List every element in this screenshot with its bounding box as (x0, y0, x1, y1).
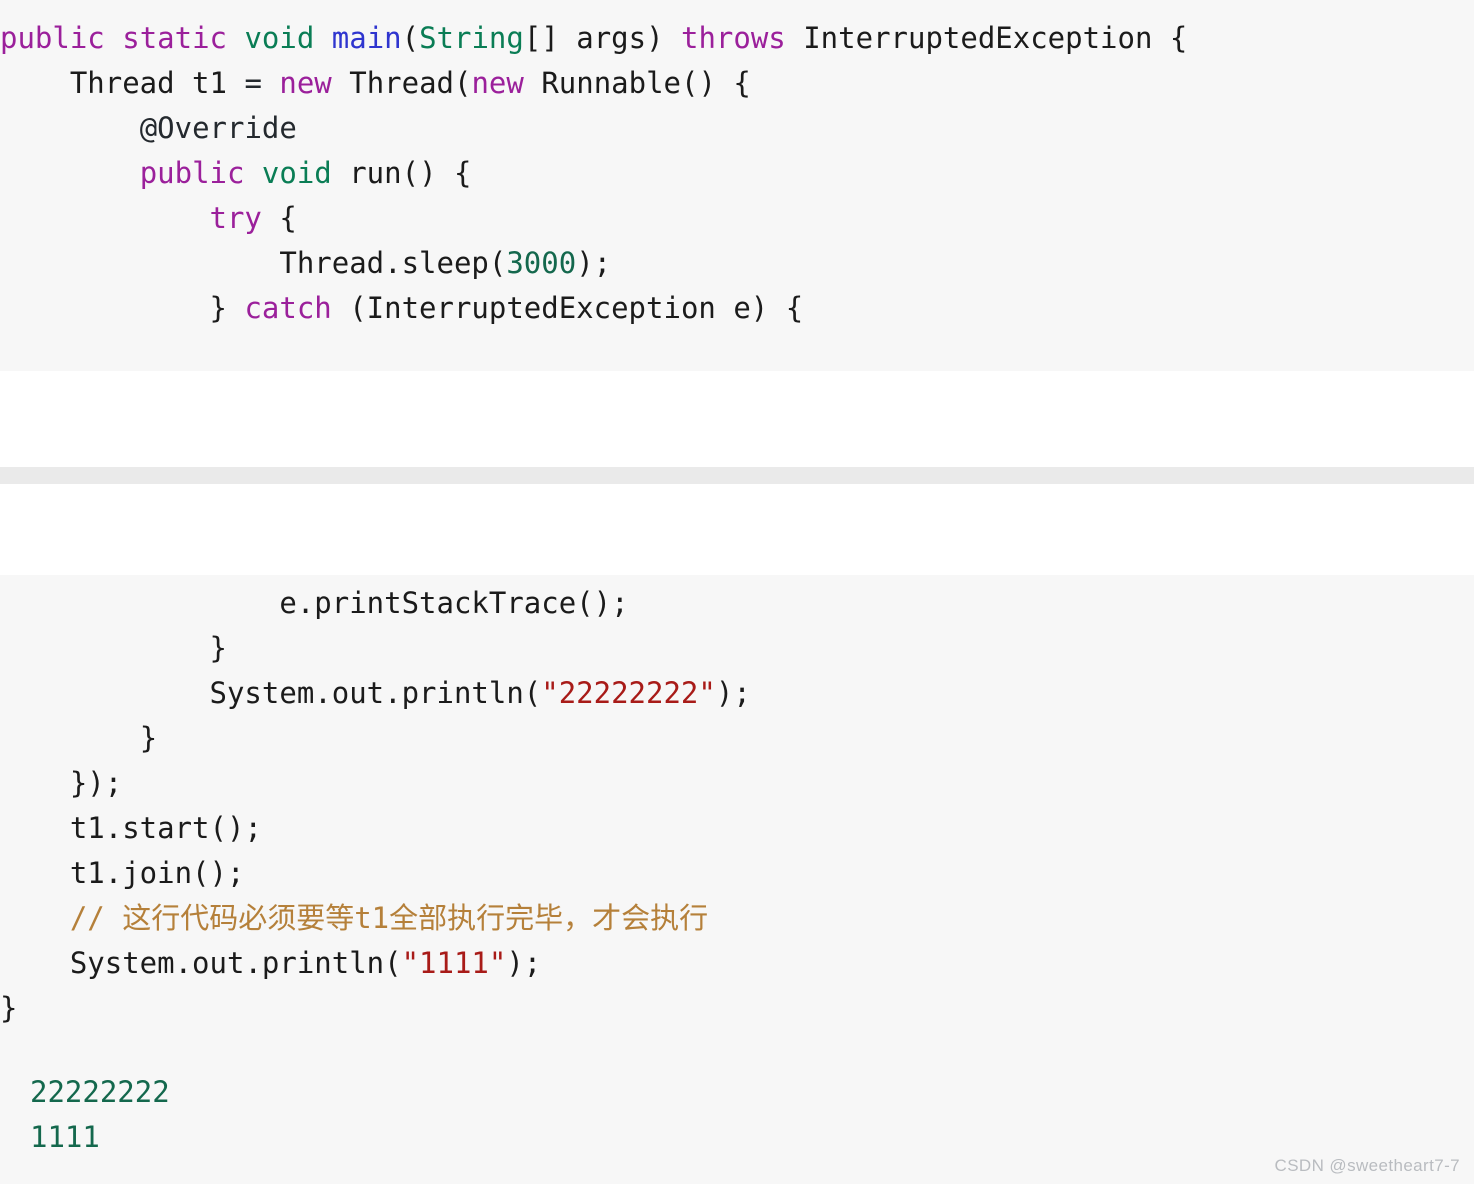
code-line: Thread t1 = new Thread(new Runnable() { (0, 61, 1474, 106)
code-token-keyword: public (0, 21, 105, 55)
code-token-type: void (261, 156, 332, 190)
code-token-plain: System.out.println( (69, 946, 402, 980)
code-token-plain: (InterruptedException e) { (331, 291, 804, 325)
code-line: } (0, 986, 1474, 1031)
code-line: // 这行代码必须要等t1全部执行完毕，才会执行 (0, 896, 1474, 941)
code-token-plain: e.printStackTrace(); (279, 586, 629, 620)
code-line: System.out.println("1111"); (0, 941, 1474, 986)
console-output-line: 22222222 (30, 1075, 170, 1109)
code-token-plain: ( (401, 21, 420, 55)
code-token-plain: run() { (331, 156, 472, 190)
console-output-line: 1111 (30, 1120, 100, 1154)
code-token-keyword: catch (244, 291, 332, 325)
code-token-plain: InterruptedException { (785, 21, 1188, 55)
code-line: } (0, 626, 1474, 671)
code-token-type: String (419, 21, 524, 55)
code-token-string: "22222222" (541, 676, 716, 710)
code-token-plain: { (261, 201, 297, 235)
code-line: e.printStackTrace(); (0, 581, 1474, 626)
code-token-keyword: new (279, 66, 332, 100)
code-token-string: "1111" (401, 946, 507, 980)
code-token-plain: } (0, 991, 18, 1025)
code-token-operator: = (244, 66, 262, 100)
section-separator-bar (0, 467, 1474, 484)
code-line: public void run() { (0, 151, 1474, 196)
code-token-plain: ); (576, 246, 612, 280)
code-token-plain: }); (69, 766, 123, 800)
code-token-plain: ); (715, 676, 751, 710)
code-token-keyword: try (209, 201, 262, 235)
code-token-keyword: new (471, 66, 524, 100)
white-gap-lower (0, 484, 1474, 575)
console-output-panel: 22222222 1111 (0, 1060, 1474, 1160)
white-gap-upper (0, 371, 1474, 467)
code-token-plain: } (139, 721, 158, 755)
code-line: try { (0, 196, 1474, 241)
code-token-comment: // 这行代码必须要等t1全部执行完毕，才会执行 (69, 901, 709, 935)
code-line: Thread.sleep(3000); (0, 241, 1474, 286)
code-token-keyword: throws (681, 21, 786, 55)
code-token-keyword: public (139, 156, 245, 190)
code-line: } (0, 716, 1474, 761)
csdn-watermark: CSDN @sweetheart7-7 (1274, 1156, 1460, 1175)
code-line: }); (0, 761, 1474, 806)
code-line: @Override (0, 106, 1474, 151)
code-token-plain: t1.start(); (69, 811, 262, 845)
code-token-keyword: static (122, 21, 227, 55)
code-token-number: 3000 (506, 246, 577, 280)
code-token-method: main (331, 21, 402, 55)
code-token-plain: Thread.sleep( (279, 246, 507, 280)
code-token-type: void (244, 21, 315, 55)
code-token-plain: } (209, 631, 227, 665)
code-block-top: public static void main(String[] args) t… (0, 0, 1474, 371)
code-line: System.out.println("22222222"); (0, 671, 1474, 716)
code-token-plain: Thread( (331, 66, 472, 100)
code-line: } catch (InterruptedException e) { (0, 286, 1474, 331)
code-lines-top: public static void main(String[] args) t… (0, 0, 1474, 331)
code-token-plain: Thread t1 (69, 66, 245, 100)
code-token-annotation: @Override (139, 111, 297, 145)
code-token-plain: System.out.println( (209, 676, 542, 710)
code-token-plain: } (209, 291, 245, 325)
code-line: t1.join(); (0, 851, 1474, 896)
code-token-plain: t1.join(); (69, 856, 245, 890)
code-line: public static void main(String[] args) t… (0, 16, 1474, 61)
code-token-plain: [] args) (523, 21, 681, 55)
code-token-plain: ); (506, 946, 542, 980)
code-token-plain: Runnable() { (523, 66, 751, 100)
code-lines-bottom: e.printStackTrace(); } System.out.printl… (0, 575, 1474, 1031)
code-line: t1.start(); (0, 806, 1474, 851)
